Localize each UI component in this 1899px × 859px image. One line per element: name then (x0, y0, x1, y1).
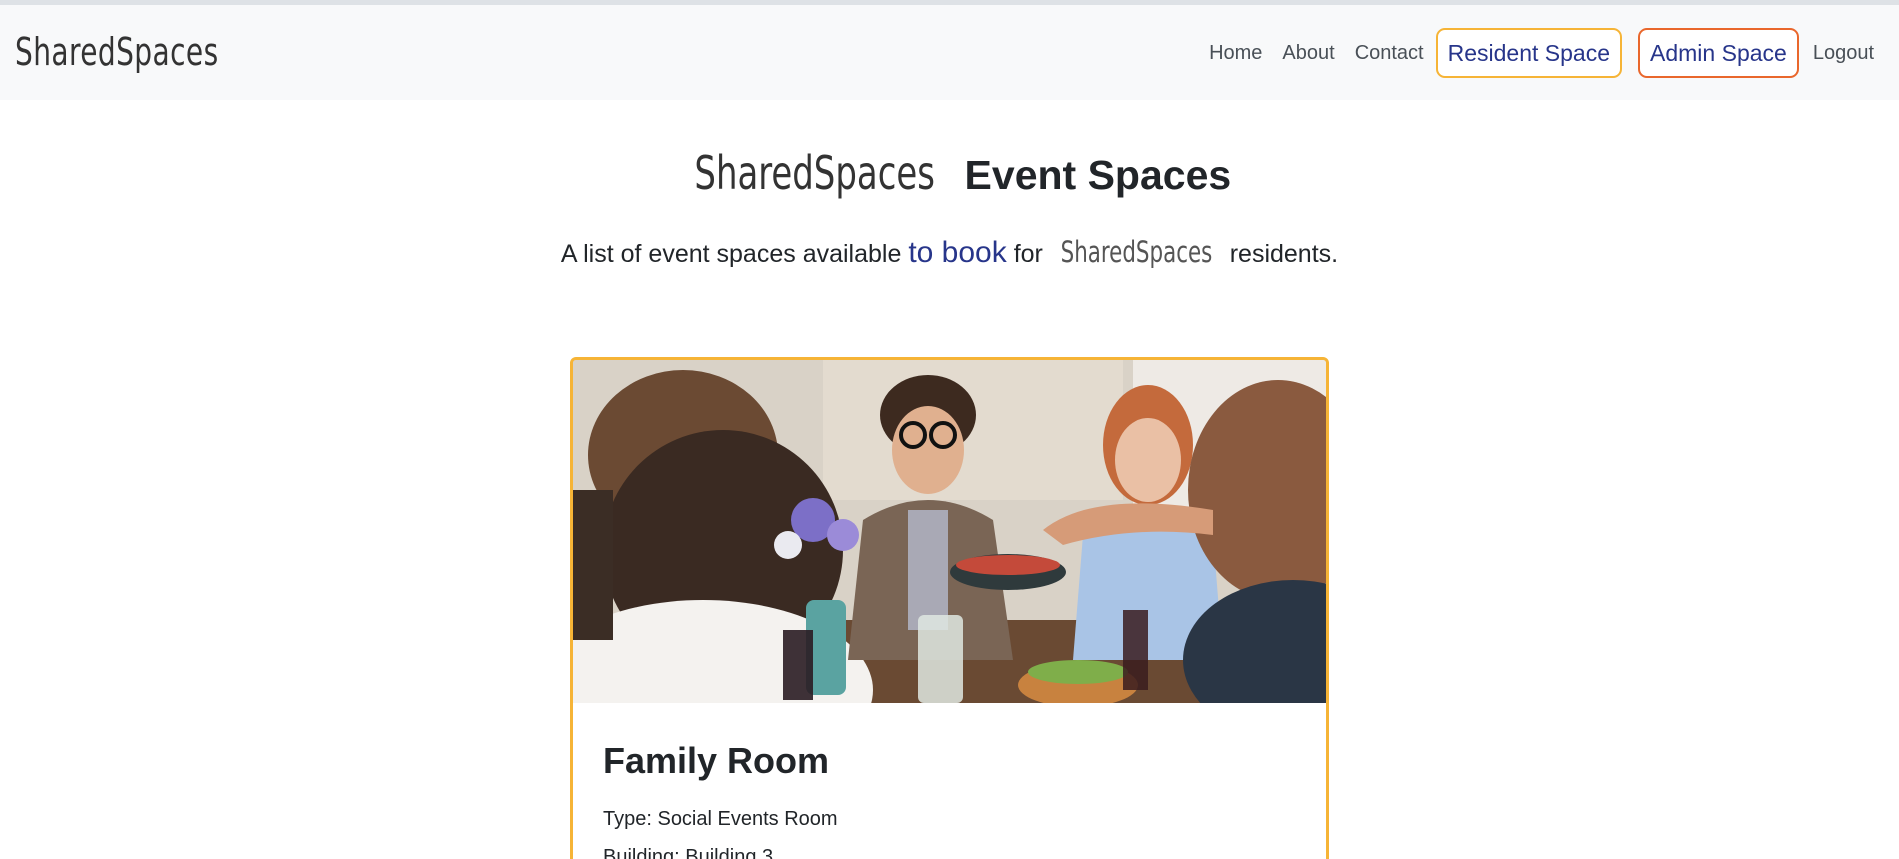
subtitle-brand: SharedSpaces (1060, 235, 1213, 269)
card-building: Building: Building 3 (603, 846, 774, 859)
title-text: Event Spaces (964, 152, 1232, 198)
nav-contact-link[interactable]: Contact (1345, 42, 1434, 65)
navbar: SharedSpaces Home About Contact Resident… (0, 5, 1899, 100)
brand-logo[interactable]: SharedSpaces (15, 30, 219, 74)
event-space-card[interactable]: Family Room Type: Social Events Room Bui… (570, 357, 1329, 859)
nav-about-link[interactable]: About (1272, 42, 1344, 65)
logout-link[interactable]: Logout (1803, 42, 1884, 65)
nav-home-link[interactable]: Home (1199, 42, 1272, 65)
card-type: Type: Social Events Room (603, 808, 838, 830)
nav-links: Home About Contact Resident Space Admin … (1199, 28, 1884, 78)
page-title: SharedSpaces Event Spaces (0, 143, 1899, 205)
admin-space-button[interactable]: Admin Space (1638, 28, 1799, 78)
card-title: Family Room (603, 740, 830, 781)
event-space-photo (573, 360, 1326, 703)
page-subtitle: A list of event spaces available to book… (0, 232, 1899, 274)
to-book-link[interactable]: to book (908, 236, 1006, 269)
subtitle-prefix: A list of event spaces available (560, 240, 902, 268)
subtitle-suffix: residents. (1229, 240, 1339, 268)
subtitle-mid: for (1013, 240, 1043, 268)
title-brand: SharedSpaces (694, 146, 935, 200)
resident-space-button[interactable]: Resident Space (1435, 28, 1623, 78)
